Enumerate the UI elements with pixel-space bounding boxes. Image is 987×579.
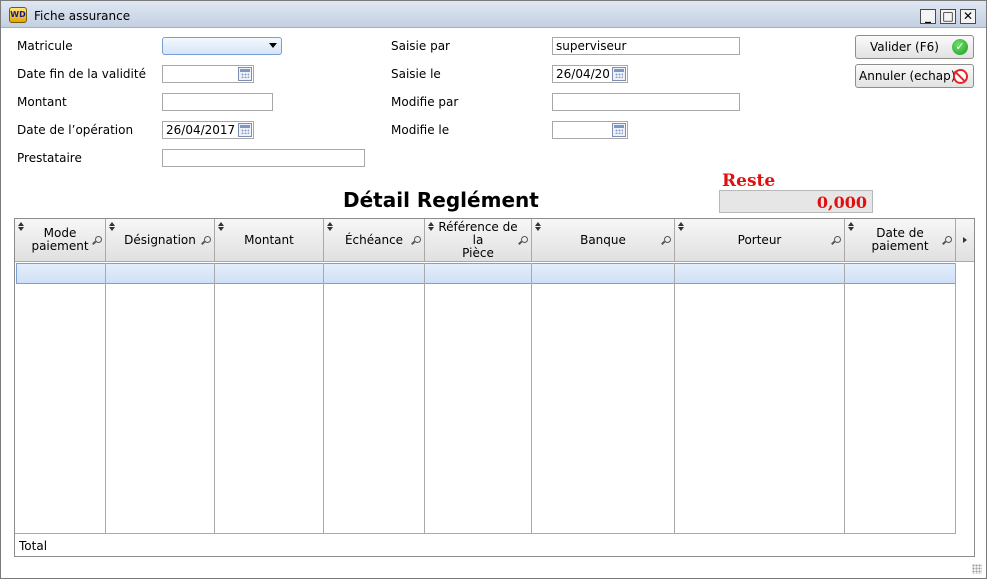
saisie-le-field[interactable]: 26/04/20 [552, 65, 628, 83]
column-header-label: Échéance [344, 232, 404, 247]
fiche-assurance-window: WD Fiche assurance _ □ ✕ Matricule Date … [0, 0, 987, 579]
column-header-mode-paiement[interactable]: Mode paiement [15, 219, 106, 262]
column-divider [214, 263, 215, 533]
search-icon[interactable] [664, 236, 671, 243]
column-divider [674, 263, 675, 556]
search-icon[interactable] [204, 236, 211, 243]
sort-arrows-icon[interactable] [218, 222, 224, 231]
saisie-le-value: 26/04/20 [556, 67, 610, 81]
modifie-le-label: Modifie le [391, 123, 450, 137]
windev-app-icon: WD [9, 7, 27, 23]
sort-arrows-icon[interactable] [18, 222, 24, 231]
reste-label: Reste [722, 171, 776, 191]
sort-arrows-icon[interactable] [678, 222, 684, 231]
column-header-label: Montant [244, 232, 294, 247]
window-title: Fiche assurance [34, 9, 131, 23]
search-icon[interactable] [521, 236, 528, 243]
column-divider [531, 263, 532, 556]
total-label: Total [19, 539, 48, 553]
column-header-porteur[interactable]: Porteur [675, 219, 845, 262]
column-header-echeance[interactable]: Échéance [324, 219, 425, 262]
column-header-reference-piece[interactable]: Référence de la Pièce [425, 219, 532, 262]
scroll-right-arrow-icon[interactable] [956, 219, 974, 262]
modifie-par-label: Modifie par [391, 95, 459, 109]
modifie-le-field[interactable] [552, 121, 628, 139]
montant-field[interactable] [162, 93, 273, 111]
prestataire-field[interactable] [162, 149, 365, 167]
close-button[interactable]: ✕ [960, 9, 976, 24]
column-divider [323, 263, 324, 556]
matricule-label: Matricule [17, 39, 73, 53]
total-row: Total [15, 533, 956, 556]
column-divider [424, 263, 425, 556]
column-header-designation[interactable]: Désignation [106, 219, 215, 262]
sort-arrows-icon[interactable] [535, 222, 541, 231]
resize-grip-icon[interactable] [972, 564, 982, 574]
column-header-label: Banque [580, 232, 626, 247]
sort-arrows-icon[interactable] [848, 222, 854, 231]
column-header-label: Date de paiement [871, 226, 929, 253]
montant-label: Montant [17, 95, 67, 109]
sort-arrows-icon[interactable] [109, 222, 115, 231]
calendar-icon[interactable] [612, 123, 626, 137]
column-header-label: Mode paiement [31, 226, 89, 253]
date-fin-validite-field[interactable] [162, 65, 254, 83]
saisie-par-label: Saisie par [391, 39, 450, 53]
search-icon[interactable] [414, 236, 421, 243]
reste-value: 0,000 [719, 190, 873, 213]
sort-arrows-icon[interactable] [428, 222, 434, 231]
column-header-montant[interactable]: Montant [215, 219, 324, 262]
column-header-date-paiement[interactable]: Date de paiement [845, 219, 956, 262]
search-icon[interactable] [834, 236, 841, 243]
annuler-button-label: Annuler (echap) [859, 69, 956, 83]
column-divider [105, 263, 106, 533]
modifie-par-field[interactable] [552, 93, 740, 111]
calendar-icon[interactable] [612, 67, 626, 81]
sort-arrows-icon[interactable] [327, 222, 333, 231]
valider-button[interactable]: Valider (F6) ✓ [855, 35, 974, 59]
prestataire-label: Prestataire [17, 151, 82, 165]
column-header-label: Référence de la Pièce [438, 219, 518, 260]
detail-reglement-heading: Détail Reglément [343, 188, 539, 212]
saisie-par-field[interactable]: superviseur [552, 37, 740, 55]
valider-button-label: Valider (F6) [870, 40, 939, 54]
minimize-button[interactable]: _ [920, 9, 936, 24]
annuler-button[interactable]: Annuler (echap) [855, 64, 974, 88]
date-operation-label: Date de l’opération [17, 123, 134, 137]
calendar-icon[interactable] [238, 67, 252, 81]
date-operation-value: 26/04/2017 [166, 123, 236, 137]
search-icon[interactable] [95, 236, 102, 243]
title-bar[interactable]: WD Fiche assurance _ □ ✕ [1, 1, 986, 28]
matricule-combo[interactable] [162, 37, 282, 55]
column-divider [844, 263, 845, 556]
reglement-table[interactable]: Mode paiement Désignation Montant Échéan… [14, 218, 975, 557]
forbidden-icon [953, 69, 968, 84]
column-divider [955, 263, 956, 556]
date-fin-validite-label: Date fin de la validité [17, 67, 146, 81]
column-header-banque[interactable]: Banque [532, 219, 675, 262]
check-circle-icon: ✓ [952, 39, 968, 55]
date-operation-field[interactable]: 26/04/2017 [162, 121, 254, 139]
column-header-label: Porteur [737, 232, 782, 247]
dropdown-arrow-icon[interactable] [269, 43, 277, 48]
saisie-le-label: Saisie le [391, 67, 441, 81]
calendar-icon[interactable] [238, 123, 252, 137]
table-row-selected[interactable] [16, 263, 956, 284]
column-header-label: Désignation [124, 232, 196, 247]
search-icon[interactable] [945, 236, 952, 243]
maximize-button[interactable]: □ [940, 9, 956, 24]
